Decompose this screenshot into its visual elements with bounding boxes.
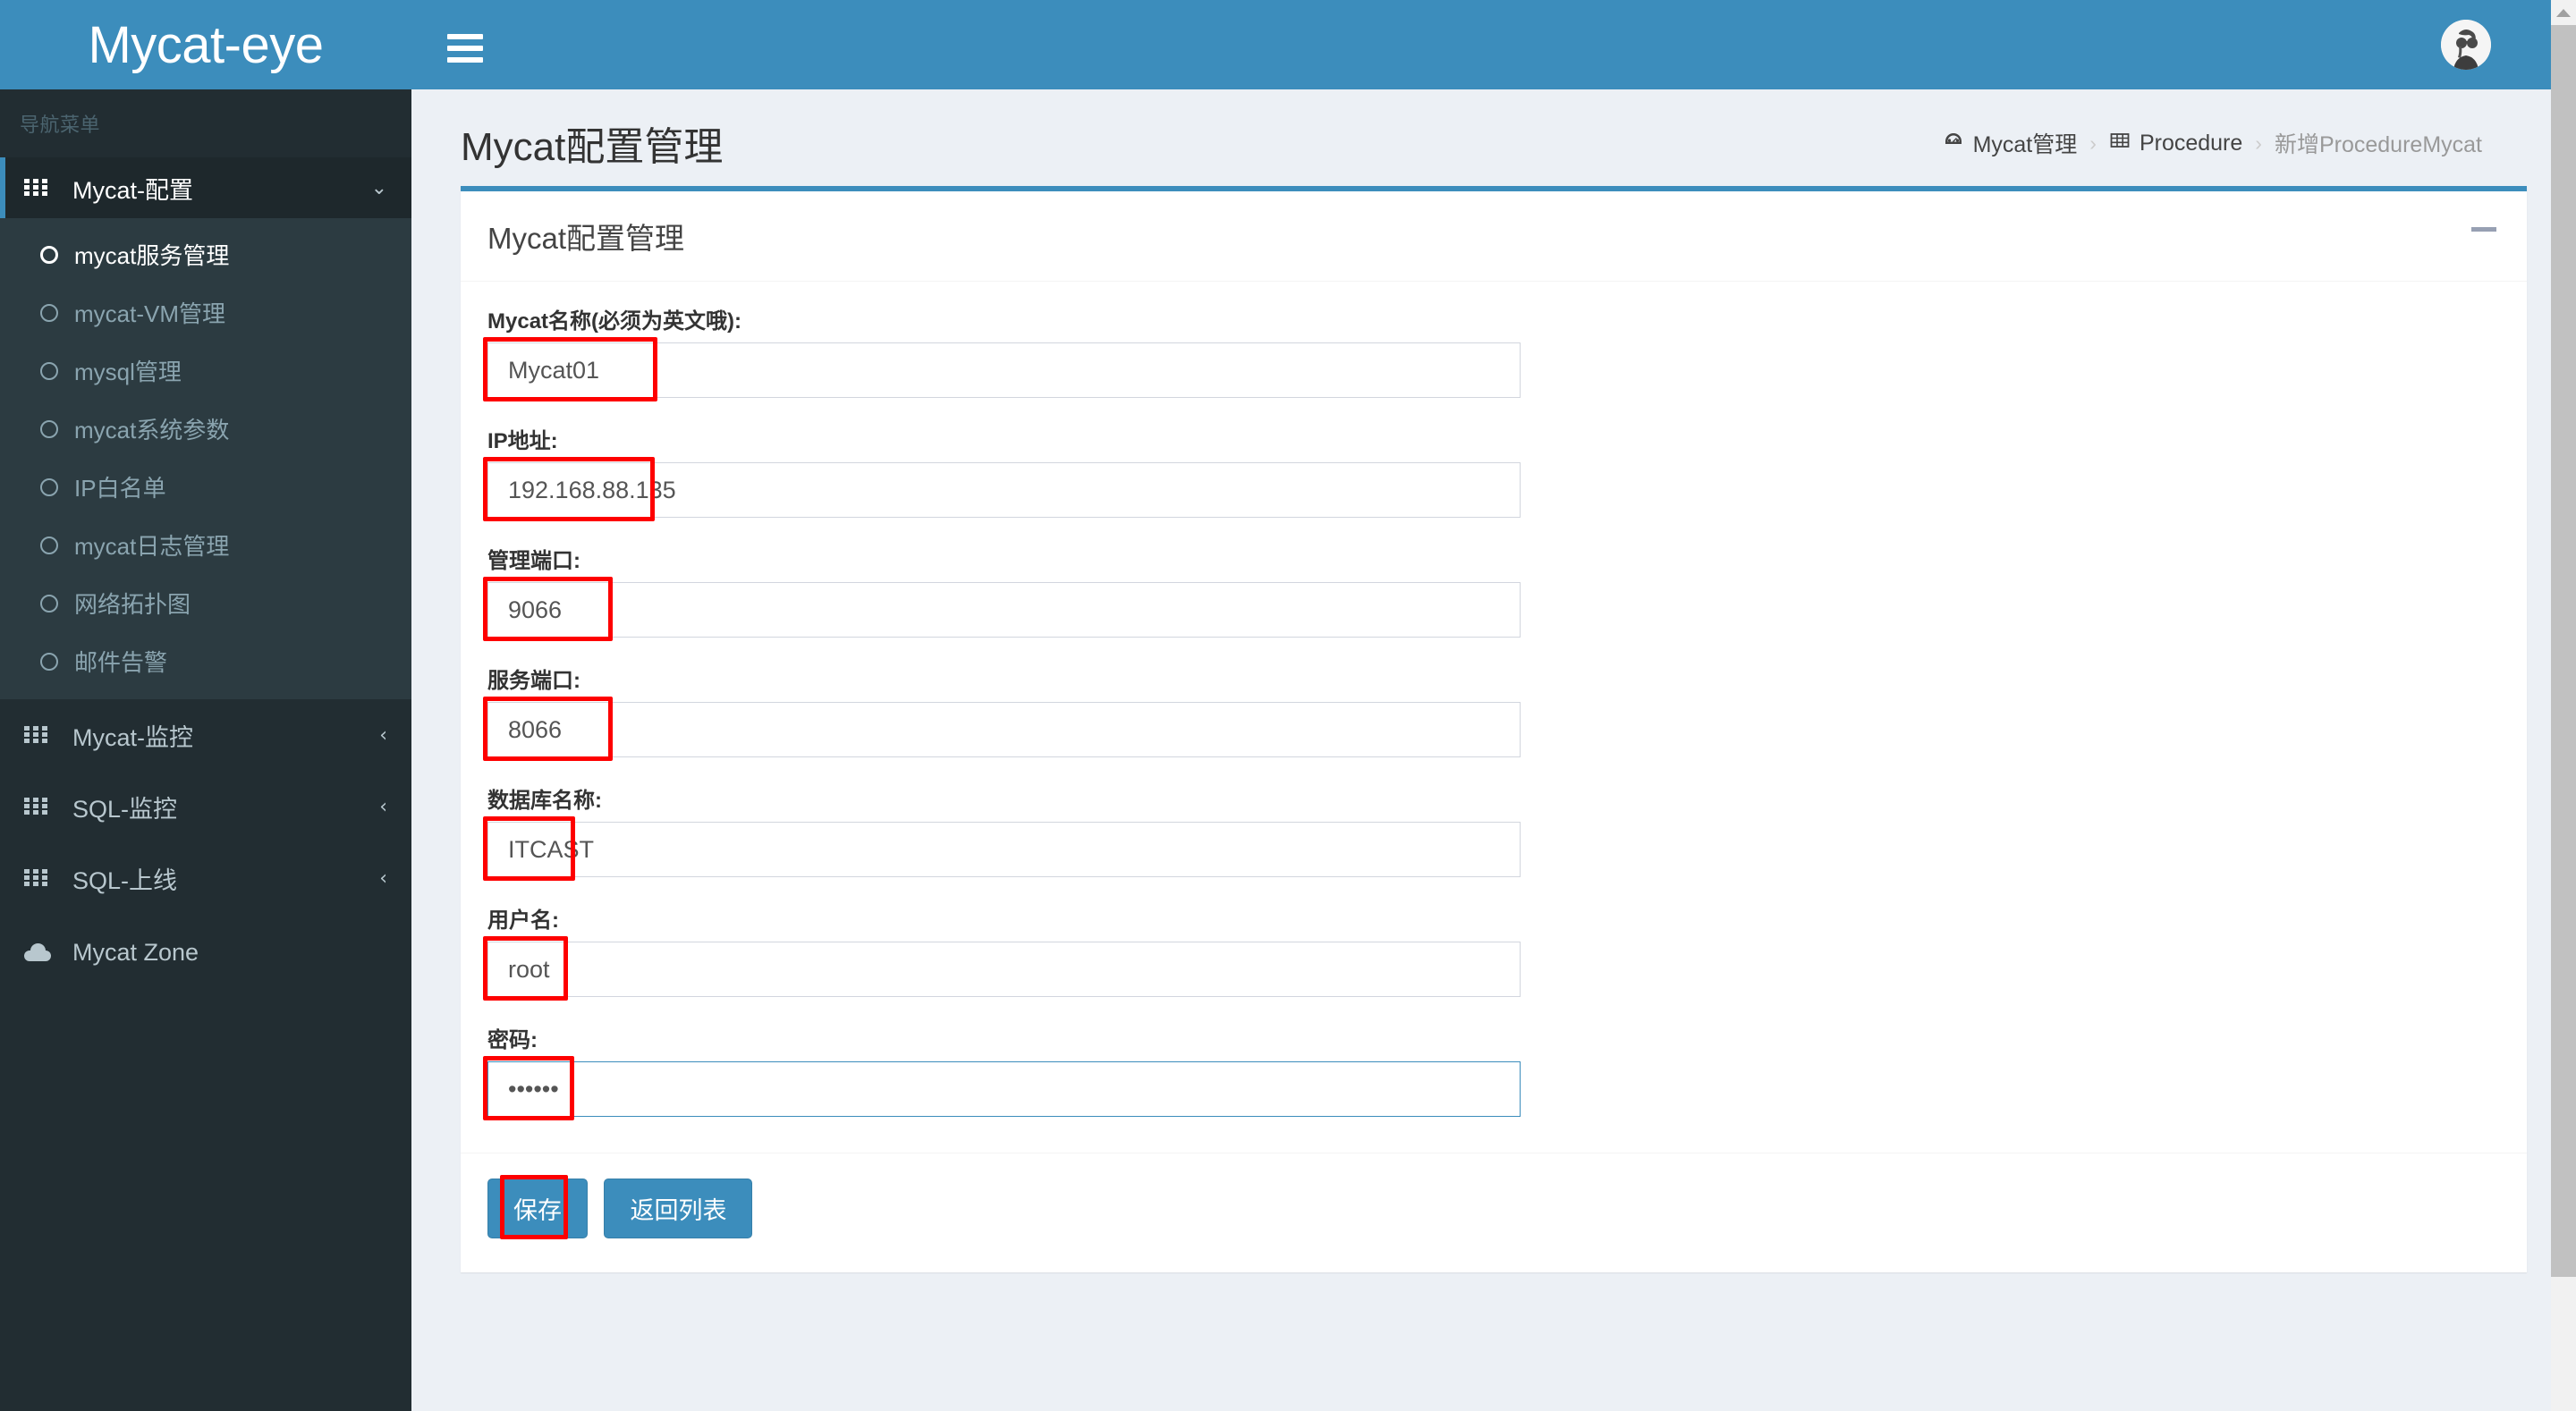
form-group-username: 用户名: <box>483 902 2500 1001</box>
scroll-up-arrow-icon[interactable] <box>2551 0 2576 25</box>
field-label: IP地址: <box>487 429 558 453</box>
avatar[interactable] <box>2441 20 2491 70</box>
sidebar-group-label: Mycat-监控 <box>72 723 193 751</box>
form-group-mycat-name: Mycat名称(必须为英文哦): <box>483 303 2500 401</box>
sidebar-group-mycat-config[interactable]: Mycat-配置 ⌄ <box>0 157 411 218</box>
panel-title: Mycat配置管理 <box>487 222 685 255</box>
back-to-list-button[interactable]: 返回列表 <box>604 1179 753 1238</box>
manage-port-input[interactable] <box>487 582 1521 638</box>
hamburger-icon[interactable] <box>447 34 483 63</box>
circle-icon <box>40 594 58 613</box>
username-input[interactable] <box>487 942 1521 997</box>
grid-icon <box>24 798 56 815</box>
panel-header: Mycat配置管理 <box>461 191 2527 282</box>
breadcrumb: Mycat管理 › Procedure › 新增ProcedureMycat <box>1943 127 2482 159</box>
field-label: Mycat名称(必须为英文哦): <box>487 309 742 334</box>
circle-icon <box>40 536 58 554</box>
config-panel: Mycat配置管理 Mycat名称(必须为英文哦): IP地址: <box>461 186 2527 1272</box>
field-label: 管理端口: <box>487 549 580 573</box>
main-content: Mycat配置管理 Mycat管理 › Procedure › 新增Proced… <box>411 89 2576 1411</box>
sidebar-item-label: mycat服务管理 <box>74 242 230 269</box>
sidebar-item-mycat-vm-manage[interactable]: mycat-VM管理 <box>0 283 411 342</box>
form-group-ip-address: IP地址: <box>483 423 2500 521</box>
sidebar-item-label: mycat系统参数 <box>74 417 230 444</box>
sidebar-group-label: SQL-监控 <box>72 795 178 823</box>
field-label: 服务端口: <box>487 669 580 693</box>
service-port-input[interactable] <box>487 702 1521 757</box>
sidebar-item-label: mycat日志管理 <box>74 533 230 560</box>
chevron-left-icon: ‹ <box>379 866 387 890</box>
grid-icon <box>24 179 56 197</box>
sidebar-group-label: SQL-上线 <box>72 866 178 894</box>
sidebar-item-label: mysql管理 <box>74 359 182 385</box>
nav-header-label: 导航菜单 <box>20 114 101 136</box>
sidebar-group-sql-online[interactable]: SQL-上线 ‹ <box>0 842 411 914</box>
sidebar-item-label: 网络拓扑图 <box>74 591 191 618</box>
breadcrumb-item-procedure[interactable]: Procedure <box>2109 130 2242 157</box>
app-root: Mycat-eye 导航菜单 Mycat-配置 ⌄ mycat服务管理 myca… <box>0 0 2576 1411</box>
breadcrumb-separator: › <box>2255 131 2262 155</box>
sidebar-group-mycat-monitor[interactable]: Mycat-监控 ‹ <box>0 699 411 771</box>
password-input[interactable] <box>487 1061 1521 1117</box>
database-name-input[interactable] <box>487 822 1521 877</box>
sidebar-group-sql-monitor[interactable]: SQL-监控 ‹ <box>0 771 411 842</box>
circle-icon <box>40 652 58 671</box>
sidebar-group-label: Mycat-配置 <box>72 176 193 204</box>
scrollbar-thumb[interactable] <box>2551 25 2576 1277</box>
form-group-database-name: 数据库名称: <box>483 782 2500 881</box>
sidebar-item-label: mycat-VM管理 <box>74 300 226 327</box>
minus-icon[interactable] <box>2471 227 2496 232</box>
sidebar-item-mysql-manage[interactable]: mysql管理 <box>0 342 411 400</box>
sidebar-item-label: IP白名单 <box>74 475 166 502</box>
form-group-manage-port: 管理端口: <box>483 543 2500 641</box>
mycat-name-input[interactable] <box>487 342 1521 398</box>
field-label: 数据库名称: <box>487 789 602 813</box>
sidebar-item-label: Mycat Zone <box>72 938 199 966</box>
brand-logo[interactable]: Mycat-eye <box>0 0 411 89</box>
form-group-password: 密码: <box>483 1022 2500 1120</box>
ip-address-input[interactable] <box>487 462 1521 518</box>
top-header-bar <box>411 0 2576 89</box>
chevron-left-icon: ‹ <box>379 723 387 747</box>
sidebar-item-mycat-service-manage[interactable]: mycat服务管理 <box>0 225 411 283</box>
sidebar-item-mycat-system-params[interactable]: mycat系统参数 <box>0 400 411 458</box>
breadcrumb-item-mycat-manage[interactable]: Mycat管理 <box>1943 127 2078 159</box>
breadcrumb-label: Procedure <box>2139 130 2243 156</box>
circle-icon <box>40 303 58 322</box>
sidebar: Mycat-eye 导航菜单 Mycat-配置 ⌄ mycat服务管理 myca… <box>0 0 411 1411</box>
circle-icon <box>40 361 58 380</box>
sidebar-item-network-topology[interactable]: 网络拓扑图 <box>0 574 411 632</box>
table-icon <box>2109 130 2131 157</box>
breadcrumb-separator: › <box>2089 131 2097 155</box>
sidebar-submenu-mycat-config: mycat服务管理 mycat-VM管理 mysql管理 mycat系统参数 I… <box>0 218 411 699</box>
panel-footer: 保存 返回列表 <box>461 1153 2527 1272</box>
dashboard-icon <box>1943 130 1964 157</box>
brand-name: Mycat-eye <box>88 15 324 74</box>
circle-icon <box>40 419 58 438</box>
content-header: Mycat配置管理 Mycat管理 › Procedure › 新增Proced… <box>411 89 2576 186</box>
chevron-left-icon: ‹ <box>379 795 387 818</box>
field-label: 密码: <box>487 1028 538 1052</box>
breadcrumb-label: 新增ProcedureMycat <box>2274 132 2482 157</box>
circle-icon <box>40 245 58 264</box>
sidebar-item-label: 邮件告警 <box>74 649 168 676</box>
field-label: 用户名: <box>487 908 559 933</box>
form-group-service-port: 服务端口: <box>483 663 2500 761</box>
vertical-scrollbar[interactable] <box>2551 0 2576 1411</box>
breadcrumb-label: Mycat管理 <box>1972 132 2078 157</box>
chevron-down-icon: ⌄ <box>370 176 387 199</box>
sidebar-item-mycat-log-manage[interactable]: mycat日志管理 <box>0 516 411 574</box>
sidebar-item-mail-alert[interactable]: 邮件告警 <box>0 632 411 690</box>
config-form: Mycat名称(必须为英文哦): IP地址: 管理端口: <box>461 282 2527 1153</box>
save-button[interactable]: 保存 <box>487 1179 588 1238</box>
grid-icon <box>24 726 56 744</box>
sidebar-item-ip-whitelist[interactable]: IP白名单 <box>0 458 411 516</box>
breadcrumb-item-current: 新增ProcedureMycat <box>2275 127 2482 159</box>
sidebar-item-mycat-zone[interactable]: Mycat Zone <box>0 914 411 991</box>
circle-icon <box>40 477 58 496</box>
cloud-icon <box>24 943 56 961</box>
grid-icon <box>24 869 56 887</box>
